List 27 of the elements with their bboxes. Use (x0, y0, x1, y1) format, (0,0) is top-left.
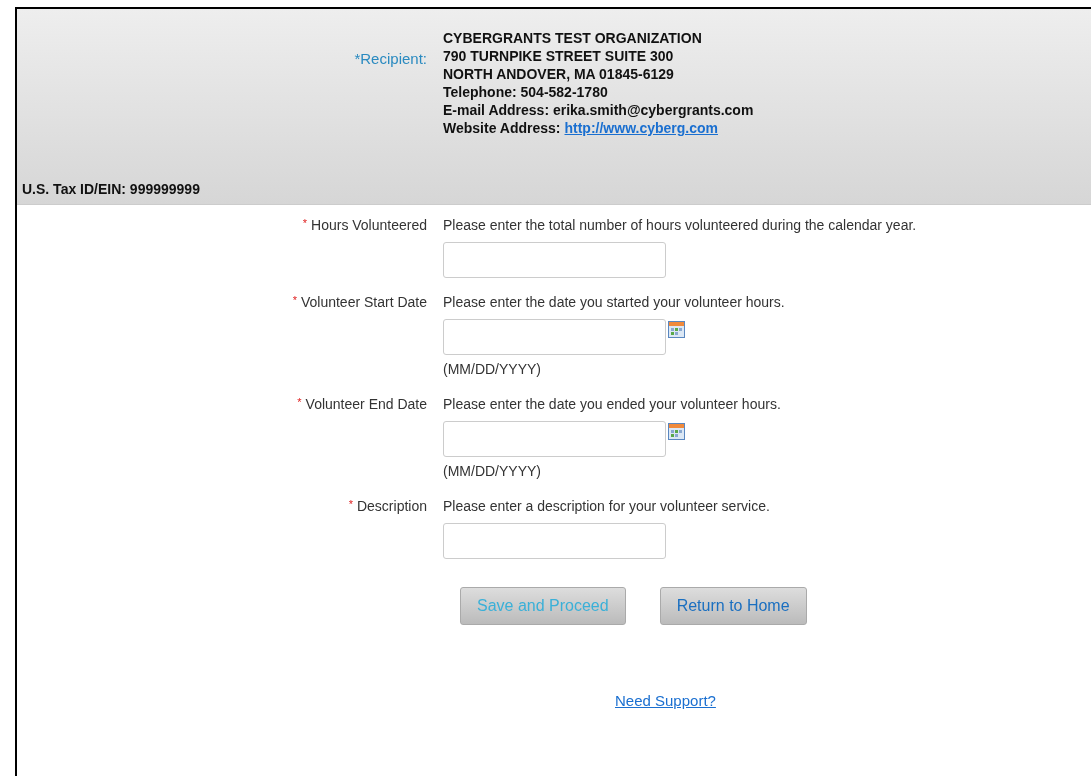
help-text: Please enter the date you ended your volunteer hours. (443, 395, 781, 414)
field-label: * Description (348, 497, 427, 516)
help-text: Please enter the date you started your volunteer hours. (443, 293, 785, 312)
help-text: Please enter the total number of hours volunteered during the calendar year. (443, 216, 917, 235)
field-label: * Hours Volunteered (302, 216, 427, 235)
website-link[interactable]: http://www.cyberg.com (564, 119, 718, 137)
calendar-icon[interactable] (668, 423, 685, 440)
address-line: Telephone: 504-582-1780 (443, 83, 609, 101)
support-link[interactable]: Need Support? (615, 692, 716, 709)
field-label: * Volunteer End Date (297, 395, 427, 414)
recipient-label: *Recipient: (354, 49, 427, 69)
address-line: NORTH ANDOVER, MA 01845-6129 (443, 65, 675, 83)
date-field[interactable] (443, 421, 666, 457)
input-field[interactable] (443, 242, 666, 278)
address-line: E-mail Address: erika.smith@cybergrants.com (443, 101, 754, 119)
website-label: Website Address: (443, 119, 561, 137)
tax-id-text: U.S. Tax ID/EIN: 999999999 (22, 180, 200, 199)
date-format-hint: (MM/DD/YYYY) (443, 462, 542, 481)
calendar-icon[interactable] (668, 321, 685, 338)
form-button[interactable]: Return to Home (659, 587, 807, 625)
date-field[interactable] (443, 319, 666, 355)
input-field[interactable] (443, 523, 666, 559)
field-label: * Volunteer Start Date (292, 293, 427, 312)
address-line: 790 TURNPIKE STREET SUITE 300 (443, 47, 675, 65)
help-text: Please enter a description for your volunteer service. (443, 497, 770, 516)
address-line: CYBERGRANTS TEST ORGANIZATION (443, 29, 703, 47)
date-format-hint: (MM/DD/YYYY) (443, 360, 542, 379)
